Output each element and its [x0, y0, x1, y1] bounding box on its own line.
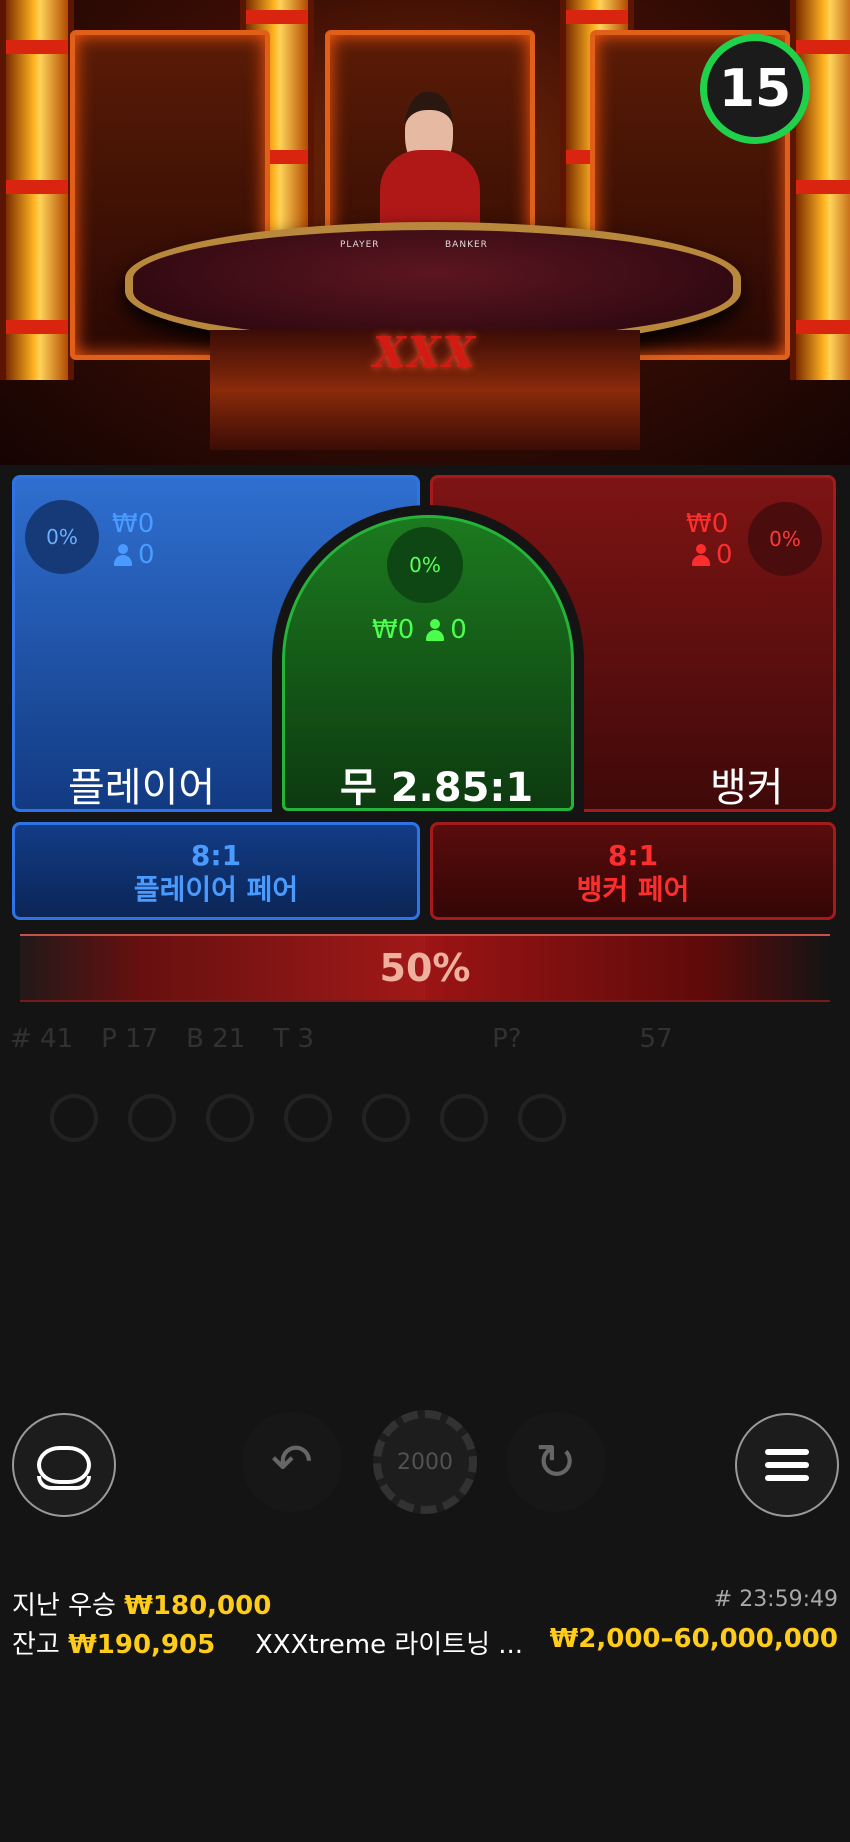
game-name: XXXtreme 라이트닝 ... [255, 1630, 524, 1660]
player-bet-percent: 0% [25, 500, 99, 574]
tie-bet-percent: 0% [387, 527, 463, 603]
table-logo: XXX [373, 328, 477, 377]
light-pillar [0, 0, 74, 380]
player-bettor-count: 0 [138, 540, 155, 570]
player-bet-amount: ₩0 [112, 509, 154, 539]
roadmap-banker-count: B 21 [186, 1024, 246, 1054]
roadmap-dots [50, 1094, 566, 1142]
tie-bet-stats: ₩0 0 [372, 615, 467, 645]
banker-label: 뱅커 [710, 765, 784, 811]
menu-icon [765, 1442, 809, 1488]
person-icon [692, 544, 710, 566]
countdown-timer: 15 [700, 34, 810, 144]
redo-icon: ↻ [535, 1433, 577, 1491]
repeat-button[interactable]: ↻ [506, 1412, 606, 1512]
roadmap: # 41 P 17 B 21 T 3 P? 57 [10, 1024, 840, 1214]
bet-limits: ₩2,000–60,000,000 [549, 1624, 838, 1654]
player-pair-label: 플레이어 페어 [133, 873, 299, 906]
undo-icon: ↶ [271, 1433, 313, 1491]
chip-selector[interactable]: 2000 [360, 1410, 490, 1514]
banker-pair-label: 뱅커 페어 [576, 873, 690, 906]
tie-bettor-count: 0 [450, 615, 467, 645]
roadmap-p-label: P? [492, 1024, 522, 1054]
round-id: # 23:59:49 [713, 1587, 838, 1612]
banker-bettor-count: 0 [716, 540, 733, 570]
menu-button[interactable] [735, 1413, 839, 1517]
person-icon [426, 619, 445, 641]
banker-bet-amount: ₩0 [686, 509, 728, 539]
roadmap-stats: # 41 P 17 B 21 T 3 P? 57 [10, 1024, 840, 1054]
player-bettors: 0 [114, 540, 155, 570]
player-pair-bet-spot[interactable]: 8:1 플레이어 페어 [12, 822, 420, 920]
banker-card-spot: BANKER [445, 240, 488, 250]
undo-button[interactable]: ↶ [242, 1412, 342, 1512]
lobby-button[interactable] [12, 1413, 116, 1517]
last-win: 지난 우승 ₩180,000 [12, 1585, 271, 1622]
betting-progress-bar: 50% [20, 934, 830, 1002]
roadmap-count: 57 [639, 1024, 673, 1054]
player-pair-odds: 8:1 [190, 839, 242, 872]
player-total-amount: ₩0 [112, 509, 155, 539]
player-card-spot: PLAYER [340, 240, 380, 250]
player-label: 플레이어 [68, 765, 216, 811]
progress-text: 50% [379, 946, 471, 990]
roadmap-player-count: P 17 [101, 1024, 159, 1054]
banker-bettors: 0 [692, 540, 733, 570]
dealer [375, 92, 485, 242]
balance-label: 잔고 [12, 1630, 60, 1660]
banker-pair-bet-spot[interactable]: 8:1 뱅커 페어 [430, 822, 836, 920]
tie-total-amount: ₩0 [372, 615, 415, 645]
balance-value: ₩190,905 [68, 1630, 216, 1660]
banker-pair-odds: 8:1 [607, 839, 659, 872]
roadmap-tie-count: T 3 [273, 1024, 315, 1054]
banker-bet-percent: 0% [748, 502, 822, 576]
roadmap-total: # 41 [10, 1024, 74, 1054]
balance: 잔고 ₩190,905 [12, 1624, 215, 1661]
chip-value: 2000 [373, 1410, 477, 1514]
last-win-value: ₩180,000 [124, 1591, 272, 1621]
banker-total-amount: ₩0 [686, 509, 729, 539]
last-win-label: 지난 우승 [12, 1591, 116, 1621]
lobby-icon [37, 1446, 91, 1490]
tie-label: 무 2.85:1 [340, 765, 534, 811]
person-icon [114, 544, 132, 566]
